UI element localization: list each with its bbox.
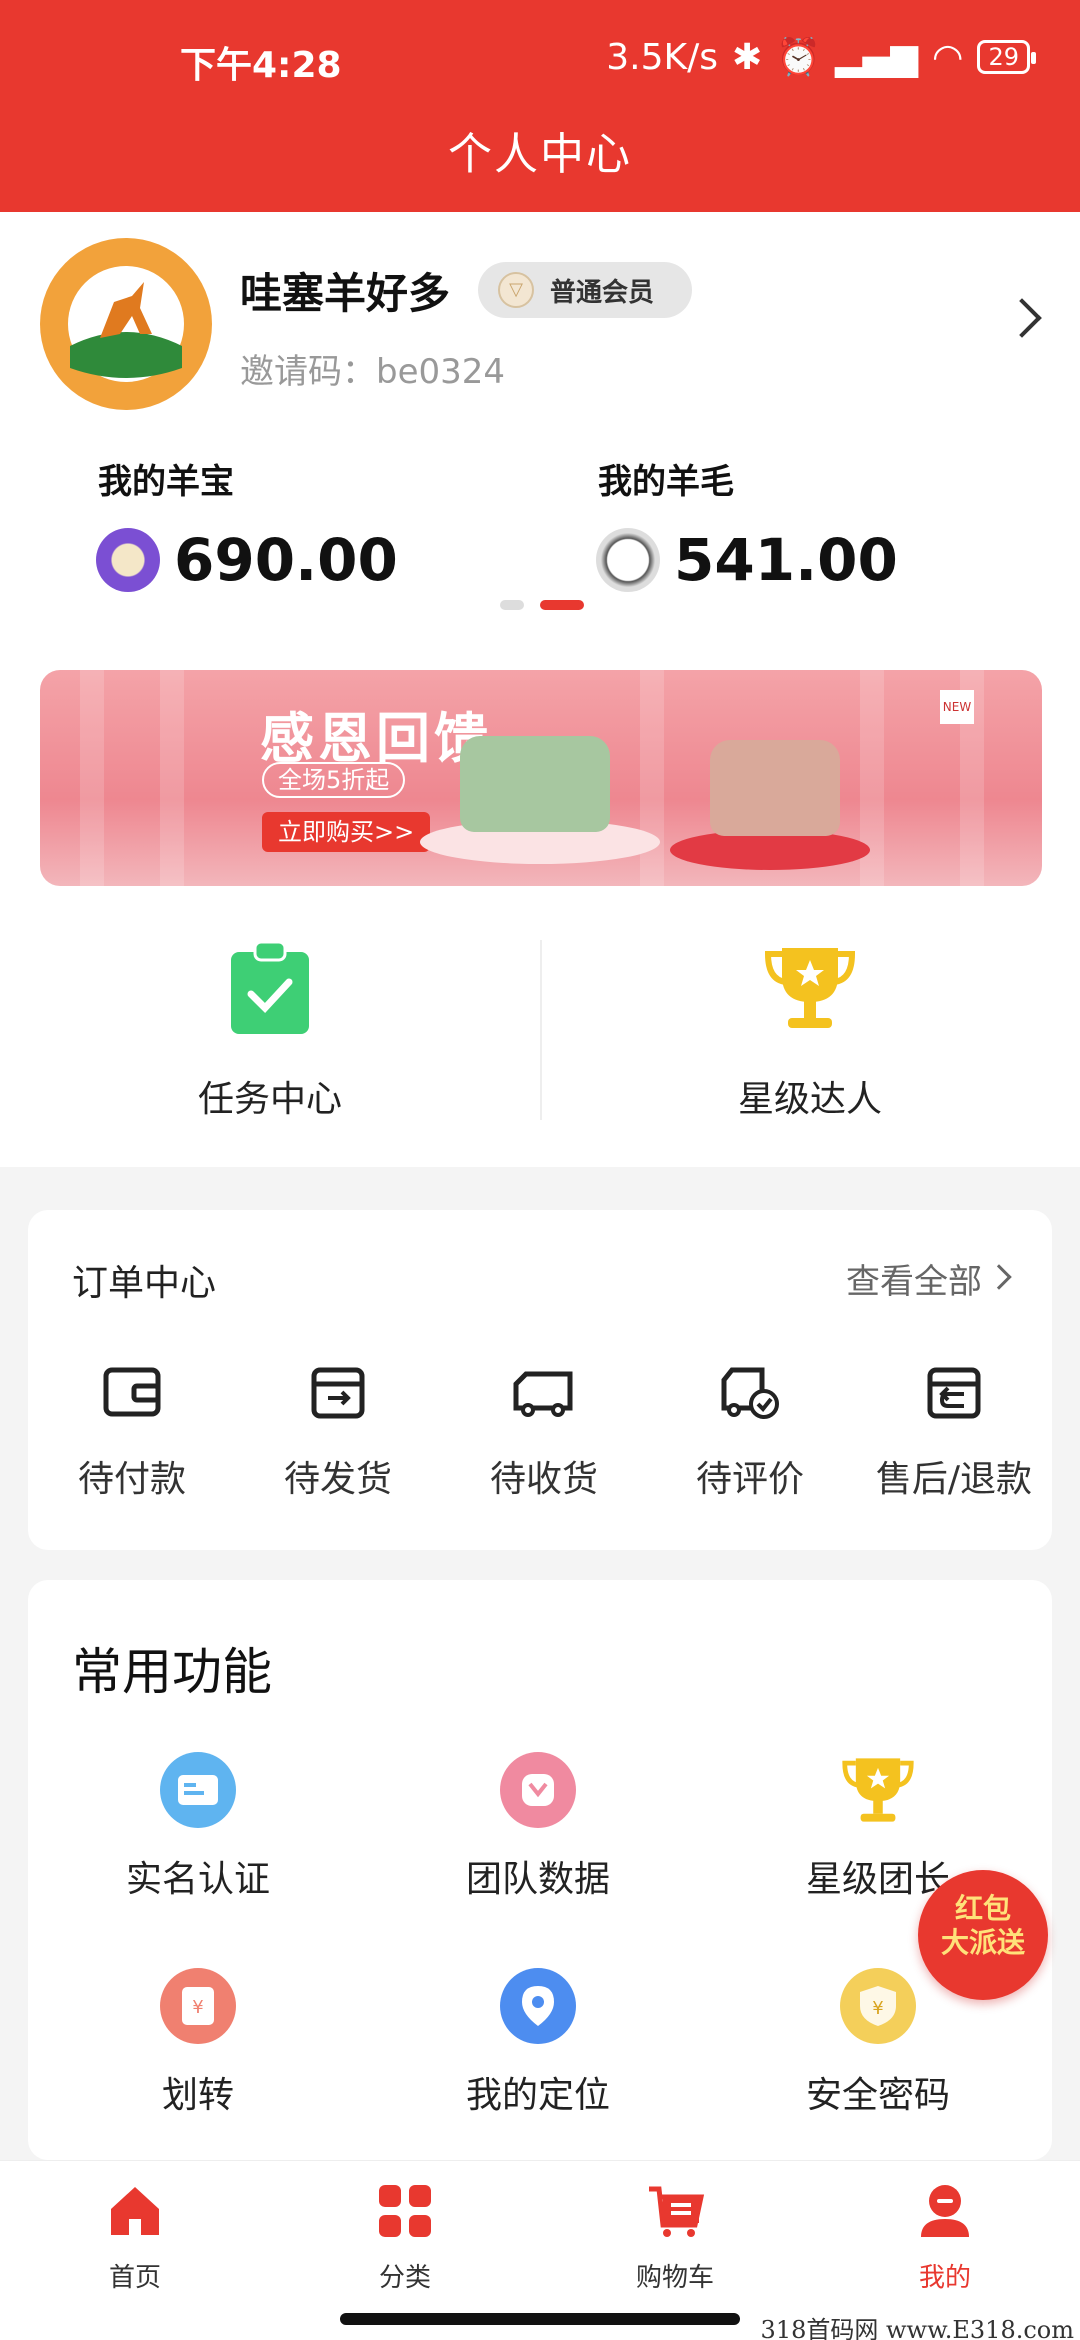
red-packet-float-button[interactable]: 红包 大派送 [918, 1870, 1048, 2000]
order-center-title: 订单中心 [72, 1263, 217, 1304]
star-expert-link[interactable] [540, 940, 1080, 1040]
pedestal-right [670, 830, 870, 870]
asset-value-yangbao[interactable]: 690.00 [96, 526, 398, 594]
wifi-icon: ◠ [932, 36, 964, 78]
order-after-sales[interactable]: 售后/退款 [854, 1360, 1054, 1502]
status-time: 下午4:28 [180, 45, 342, 86]
pending-payment-label: 待付款 [77, 1459, 186, 1500]
team-data-label: 团队数据 [465, 1859, 610, 1900]
order-pending-shipment[interactable]: 待发货 [238, 1360, 438, 1502]
yangbao-amount: 690.00 [174, 526, 398, 594]
tab-cart[interactable]: 购物车 [540, 2181, 810, 2294]
shield-yen-icon: ¥ [840, 1968, 916, 2044]
red-packet-line2: 大派送 [940, 1926, 1025, 1959]
view-all-orders-link[interactable]: 查看全部 [846, 1254, 982, 1303]
function-transfer[interactable]: ¥ 划转 [28, 1968, 368, 2118]
common-functions-card: 常用功能 实名认证 团队数据 星级团长 ¥ 划转 我的定位 ¥ 安全密码 [28, 1580, 1052, 2160]
home-icon [111, 2187, 159, 2235]
tab-category[interactable]: 分类 [270, 2181, 540, 2294]
box-return-icon [927, 1367, 981, 1419]
app-header: 下午4:28 3.5K/s ✱ ⏰ ▂▄▆ ◠ 29 个人中心 [0, 0, 1080, 212]
asset-label-yangbao: 我的羊宝 [98, 462, 234, 502]
tab-mine[interactable]: 我的 [810, 2181, 1080, 2294]
network-speed: 3.5K/s [606, 36, 718, 78]
page-title: 个人中心 [448, 129, 632, 180]
order-pending-review[interactable]: 待评价 [650, 1360, 850, 1502]
member-level-badge[interactable]: ▽ 普通会员 [478, 262, 692, 318]
order-pending-receipt[interactable]: 待收货 [444, 1360, 644, 1502]
profile-chevron-right-icon[interactable] [1002, 298, 1042, 338]
clipboard-check-icon [231, 940, 309, 1034]
brand-logo [40, 238, 212, 410]
tab-home-label: 首页 [108, 2263, 161, 2293]
asset-value-yangmao[interactable]: 541.00 [596, 526, 898, 594]
pending-shipment-label: 待发货 [283, 1459, 392, 1500]
transfer-icon: ¥ [160, 1968, 236, 2044]
after-sales-label: 售后/退款 [875, 1459, 1033, 1500]
task-center-link[interactable] [0, 940, 540, 1040]
member-level-label: 普通会员 [550, 277, 655, 308]
banner-new-tag: NEW [940, 690, 974, 724]
tab-home[interactable]: 首页 [0, 2181, 270, 2294]
pending-review-label: 待评价 [695, 1459, 804, 1500]
green-bag-image [460, 736, 610, 832]
tab-cart-label: 购物车 [635, 2263, 714, 2293]
transfer-label: 划转 [161, 2075, 234, 2116]
banner-buy-button[interactable]: 立即购买>> [262, 812, 431, 852]
team-data-icon [500, 1752, 576, 1828]
svg-text:¥: ¥ [192, 1997, 203, 2018]
promo-banner[interactable]: 感恩回馈 全场5折起 立即购买>> NEW [40, 670, 1042, 886]
trophy-icon [764, 948, 856, 1028]
alarm-icon: ⏰ [776, 37, 821, 78]
security-password-label: 安全密码 [805, 2075, 950, 2116]
username: 哇塞羊好多 [240, 269, 451, 318]
truck-check-icon [721, 1367, 779, 1419]
pink-bag-image [710, 740, 840, 836]
watermark-text: 318首码网 www.E318.com [760, 2316, 1074, 2340]
bluetooth-icon: ✱ [731, 36, 763, 78]
pending-receipt-label: 待收货 [489, 1459, 598, 1500]
tab-category-label: 分类 [378, 2263, 431, 2293]
invite-code: 邀请码：be0324 [240, 352, 506, 392]
chevron-right-icon[interactable] [986, 1264, 1012, 1290]
status-bar: 下午4:28 3.5K/s ✱ ⏰ ▂▄▆ ◠ 29 [0, 36, 1080, 86]
location-label: 我的定位 [465, 2075, 610, 2116]
user-icon [921, 2185, 969, 2237]
order-center-card: 订单中心 查看全部 待付款 待发货 待收货 待评价 售后/退款 [28, 1210, 1052, 1550]
yangmao-amount: 541.00 [674, 526, 898, 594]
task-center-label: 任务中心 [197, 1079, 342, 1120]
banner-subtitle: 全场5折起 [262, 762, 406, 798]
common-functions-title: 常用功能 [72, 1643, 272, 1701]
star-expert-label: 星级达人 [737, 1079, 882, 1120]
home-indicator [340, 2313, 740, 2325]
banner-dot-2[interactable] [540, 600, 584, 610]
grid-icon [379, 2185, 431, 2237]
svg-text:¥: ¥ [872, 1998, 883, 2019]
profile-section: 哇塞羊好多 ▽ 普通会员 邀请码：be0324 我的羊宝 690.00 我的羊毛… [0, 212, 1080, 1167]
truck-icon [513, 1371, 573, 1417]
tab-mine-label: 我的 [918, 2263, 971, 2293]
order-pending-payment[interactable]: 待付款 [32, 1360, 232, 1502]
cart-icon [649, 2186, 705, 2237]
red-packet-line1: 红包 [954, 1892, 1011, 1925]
signal-icon: ▂▄▆ [834, 36, 919, 78]
wallet-icon [103, 1367, 161, 1417]
location-icon [500, 1968, 576, 2044]
sheep-wool-icon [596, 528, 660, 592]
id-card-icon [160, 1752, 236, 1828]
banner-dot-1[interactable] [500, 600, 524, 610]
real-name-label: 实名认证 [125, 1859, 270, 1900]
box-out-icon [311, 1367, 365, 1419]
member-v-icon: ▽ [498, 272, 534, 308]
function-team-data[interactable]: 团队数据 [368, 1752, 708, 1902]
sheep-coin-icon [96, 528, 160, 592]
battery-icon: 29 [977, 40, 1036, 74]
trophy-icon [840, 1752, 916, 1828]
status-indicators: 3.5K/s ✱ ⏰ ▂▄▆ ◠ 29 [606, 36, 1036, 78]
function-location[interactable]: 我的定位 [368, 1968, 708, 2118]
asset-label-yangmao: 我的羊毛 [598, 462, 734, 502]
function-real-name[interactable]: 实名认证 [28, 1752, 368, 1902]
